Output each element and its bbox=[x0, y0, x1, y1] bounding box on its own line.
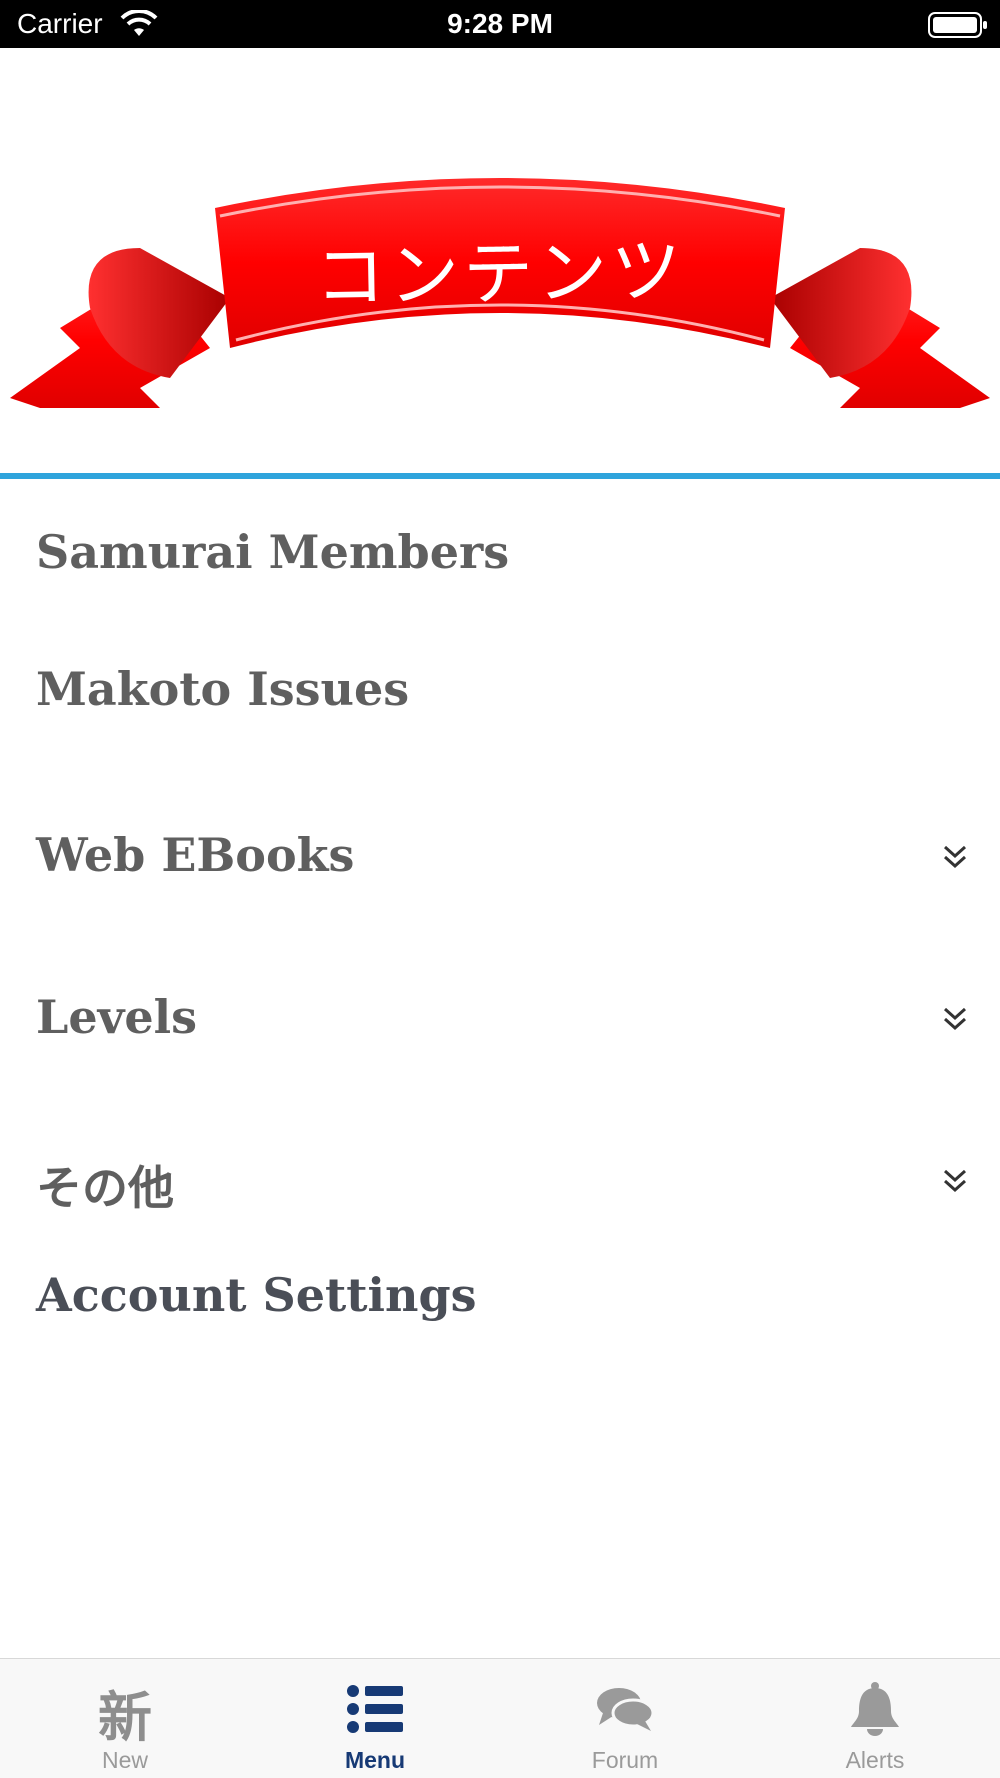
tab-menu[interactable]: Menu bbox=[250, 1659, 500, 1778]
app-screen: Carrier 9:28 PM コンテンツ Samurai Members Ma… bbox=[0, 0, 1000, 1778]
menu-item-label: Web EBooks bbox=[36, 828, 355, 882]
menu-item-samurai-members[interactable]: Samurai Members bbox=[0, 505, 1000, 605]
tab-label: New bbox=[101, 1747, 148, 1773]
menu-item-account-settings[interactable]: Account Settings bbox=[0, 1248, 1000, 1348]
tab-alerts[interactable]: Alerts bbox=[750, 1659, 1000, 1778]
double-chevron-down-icon[interactable] bbox=[940, 1166, 970, 1196]
menu-item-label: Levels bbox=[36, 990, 197, 1044]
list-icon bbox=[347, 1685, 403, 1733]
tab-label: Menu bbox=[344, 1747, 406, 1773]
double-chevron-down-icon[interactable] bbox=[940, 842, 970, 872]
bell-icon bbox=[851, 1682, 899, 1736]
status-bar: Carrier 9:28 PM bbox=[0, 0, 1000, 48]
menu-item-web-ebooks[interactable]: Web EBooks bbox=[0, 808, 1000, 908]
clock: 9:28 PM bbox=[447, 8, 553, 39]
double-chevron-down-icon[interactable] bbox=[940, 1004, 970, 1034]
battery-icon bbox=[928, 12, 987, 38]
chat-bubbles-icon bbox=[597, 1688, 655, 1731]
tab-new[interactable]: 新 New bbox=[0, 1659, 250, 1778]
menu-item-label: Samurai Members bbox=[36, 525, 510, 579]
menu-item-label: Account Settings bbox=[36, 1268, 477, 1322]
contents-banner: コンテンツ bbox=[0, 48, 1000, 474]
banner-divider bbox=[0, 473, 1000, 479]
kanji-new-icon: 新 bbox=[98, 1686, 152, 1749]
tab-label: Alerts bbox=[845, 1747, 905, 1773]
tab-label: Forum bbox=[591, 1747, 659, 1773]
banner-title: コンテンツ bbox=[314, 229, 686, 319]
menu-item-label: その他 bbox=[36, 1161, 174, 1215]
tab-forum[interactable]: Forum bbox=[500, 1659, 750, 1778]
tab-bar: 新 New Menu Forum Alerts bbox=[0, 1658, 1000, 1778]
menu-item-label: Makoto Issues bbox=[36, 662, 410, 716]
menu-item-other[interactable]: その他 bbox=[0, 1132, 1000, 1232]
menu-item-levels[interactable]: Levels bbox=[0, 970, 1000, 1070]
menu-item-makoto-issues[interactable]: Makoto Issues bbox=[0, 642, 1000, 742]
